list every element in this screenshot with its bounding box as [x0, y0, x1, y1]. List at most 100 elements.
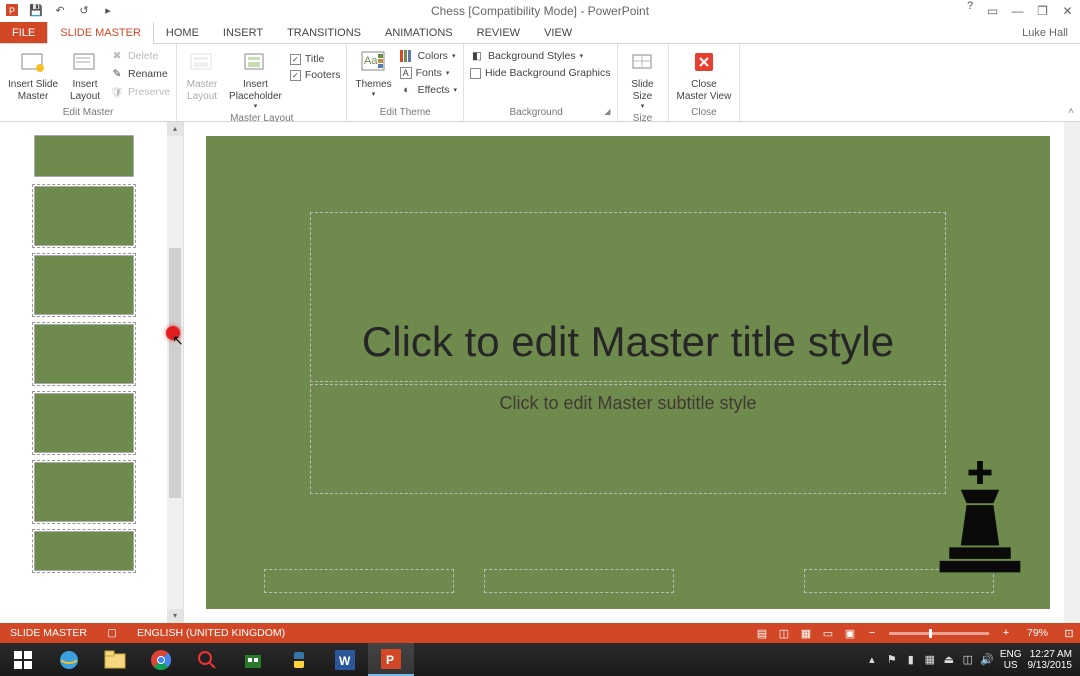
layout-thumbnail[interactable] [34, 324, 134, 384]
tray-battery-icon[interactable]: ▮ [904, 653, 918, 667]
insert-layout-icon [71, 48, 99, 76]
tray-language[interactable]: ENG US [1000, 649, 1022, 671]
tray-network-icon[interactable]: ◫ [961, 653, 975, 667]
restore-button[interactable]: ❐ [1030, 0, 1055, 22]
close-master-view-icon [690, 48, 718, 76]
tab-transitions[interactable]: TRANSITIONS [275, 22, 373, 43]
close-master-view-button[interactable]: Close Master View [673, 46, 736, 105]
status-language[interactable]: ENGLISH (UNITED KINGDOM) [127, 627, 295, 639]
save-icon[interactable]: 💾 [29, 3, 43, 17]
group-close: Close [673, 107, 736, 119]
preserve-icon: 🛡 [110, 85, 124, 99]
layout-thumbnail[interactable] [34, 135, 134, 177]
slide-sorter-icon[interactable]: ▦ [795, 627, 817, 640]
user-name[interactable]: Luke Hall [1022, 22, 1080, 43]
svg-text:W: W [339, 654, 351, 668]
fonts-button[interactable]: AFonts ▾ [398, 66, 459, 80]
tray-show-hidden-icon[interactable]: ▴ [865, 653, 879, 667]
svg-text:P: P [386, 653, 394, 667]
start-from-beginning-icon[interactable]: ▸ [101, 3, 115, 17]
layout-thumbnail[interactable] [34, 531, 134, 571]
editor-scrollbar[interactable] [1064, 122, 1080, 623]
tab-insert[interactable]: INSERT [211, 22, 275, 43]
tray-app-icon[interactable]: ▦ [923, 653, 937, 667]
tab-file[interactable]: FILE [0, 22, 47, 43]
layout-thumbnail[interactable] [34, 186, 134, 246]
taskbar-store-icon[interactable] [230, 643, 276, 676]
comments-icon[interactable]: ▤ [751, 627, 773, 640]
title-checkbox[interactable]: ✓Title [288, 52, 343, 66]
layout-thumbnail[interactable] [34, 462, 134, 522]
close-window-button[interactable]: ✕ [1055, 0, 1080, 22]
slide-canvas[interactable]: Click to edit Master title style Click t… [206, 136, 1050, 609]
minimize-button[interactable]: — [1005, 0, 1030, 22]
status-spellcheck-icon[interactable]: ▢ [97, 627, 127, 639]
taskbar-word-icon[interactable]: W [322, 643, 368, 676]
reading-view-icon[interactable]: ▭ [817, 627, 839, 640]
background-styles-button[interactable]: ◧Background Styles ▾ [468, 48, 612, 64]
zoom-out-button[interactable]: − [861, 627, 883, 639]
tray-security-icon[interactable]: ⚑ [885, 653, 899, 667]
redo-icon[interactable]: ↺ [77, 3, 91, 17]
powerpoint-app-icon[interactable]: P [5, 3, 19, 17]
tray-volume-icon[interactable]: 🔊 [980, 653, 994, 667]
insert-placeholder-button[interactable]: Insert Placeholder ▾ [225, 46, 286, 113]
slideshow-icon[interactable]: ▣ [839, 627, 861, 640]
themes-button[interactable]: Aa Themes ▾ [351, 46, 395, 101]
slide-size-button[interactable]: Slide Size ▾ [622, 46, 664, 113]
insert-layout-button[interactable]: Insert Layout [64, 46, 106, 105]
tab-home[interactable]: HOME [154, 22, 211, 43]
zoom-slider[interactable] [889, 632, 989, 635]
tab-animations[interactable]: ANIMATIONS [373, 22, 465, 43]
colors-button[interactable]: Colors ▾ [398, 48, 459, 64]
slide-thumbnail-pane[interactable]: ▴ ▾ ↖ [0, 122, 184, 623]
insert-slide-master-icon [19, 48, 47, 76]
scroll-thumb[interactable] [169, 248, 181, 498]
normal-view-icon[interactable]: ◫ [773, 627, 795, 640]
taskbar-ie-icon[interactable] [46, 643, 92, 676]
footers-checkbox[interactable]: ✓Footers [288, 68, 343, 82]
start-button[interactable] [0, 643, 46, 676]
taskbar-python-icon[interactable] [276, 643, 322, 676]
scroll-down-icon[interactable]: ▾ [167, 609, 183, 623]
background-dialog-launcher[interactable]: ◢ [604, 107, 610, 116]
taskbar-magnifier-icon[interactable] [184, 643, 230, 676]
insert-placeholder-icon [241, 48, 269, 76]
tab-review[interactable]: REVIEW [465, 22, 532, 43]
collapse-ribbon-icon[interactable]: ˄ [1068, 106, 1074, 117]
zoom-in-button[interactable]: + [995, 627, 1017, 639]
ribbon-display-options-icon[interactable]: ▭ [980, 0, 1005, 22]
tray-usb-icon[interactable]: ⏏ [942, 653, 956, 667]
slide-edit-area[interactable]: Click to edit Master title style Click t… [184, 122, 1080, 623]
slide-size-icon [629, 48, 657, 76]
master-title-placeholder[interactable]: Click to edit Master title style [310, 212, 946, 382]
taskbar-chrome-icon[interactable] [138, 643, 184, 676]
rename-button[interactable]: ✎Rename [108, 66, 172, 82]
svg-text:P: P [9, 6, 15, 16]
scroll-up-icon[interactable]: ▴ [167, 122, 183, 136]
date-placeholder[interactable] [264, 569, 454, 593]
group-edit-theme: Edit Theme [351, 107, 459, 119]
insert-slide-master-button[interactable]: Insert Slide Master [4, 46, 62, 105]
layout-thumbnail[interactable] [34, 255, 134, 315]
master-subtitle-placeholder[interactable]: Click to edit Master subtitle style [310, 384, 946, 494]
fit-to-window-icon[interactable]: ⊡ [1058, 627, 1080, 640]
tab-view[interactable]: VIEW [532, 22, 584, 43]
tray-clock[interactable]: 12:27 AM 9/13/2015 [1028, 649, 1079, 671]
background-styles-icon: ◧ [470, 49, 484, 63]
delete-button: ✖Delete [108, 48, 172, 64]
layout-thumbnail[interactable] [34, 393, 134, 453]
rename-icon: ✎ [110, 67, 124, 81]
thumbnail-scrollbar[interactable]: ▴ ▾ [167, 122, 183, 623]
hide-background-checkbox[interactable]: Hide Background Graphics [468, 66, 612, 80]
effects-button[interactable]: ◐Effects ▾ [398, 82, 459, 98]
footer-placeholder[interactable] [484, 569, 674, 593]
themes-icon: Aa [360, 48, 388, 76]
status-mode[interactable]: SLIDE MASTER [0, 627, 97, 639]
help-icon[interactable]: ? [960, 0, 980, 22]
zoom-level[interactable]: 79% [1017, 627, 1058, 639]
undo-icon[interactable]: ↶ [53, 3, 67, 17]
taskbar-powerpoint-icon[interactable]: P [368, 643, 414, 676]
tab-slide-master[interactable]: SLIDE MASTER [47, 22, 154, 44]
taskbar-explorer-icon[interactable] [92, 643, 138, 676]
